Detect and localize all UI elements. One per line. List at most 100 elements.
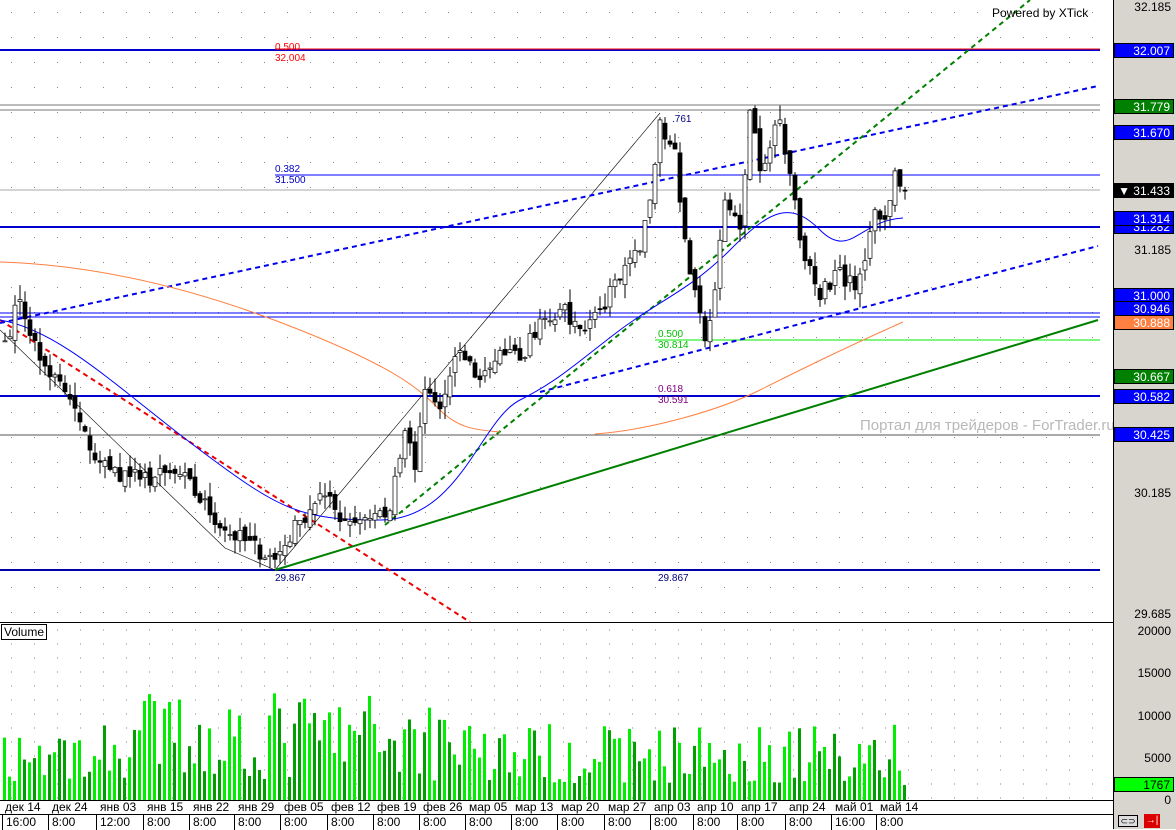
link-icon[interactable]: ⊂⊃ bbox=[1118, 815, 1138, 827]
candle bbox=[747, 108, 753, 181]
volume-bar bbox=[893, 724, 896, 800]
candle bbox=[2, 332, 8, 343]
time-label: 8:00 bbox=[650, 815, 677, 830]
fib-level-label: 29.867 bbox=[275, 573, 306, 584]
volume-bar bbox=[183, 772, 186, 800]
volume-bar bbox=[393, 740, 396, 800]
volume-bar bbox=[323, 720, 326, 800]
volume-bar bbox=[868, 745, 871, 800]
fib-level-label: 0.500 32.004 bbox=[275, 42, 306, 64]
volume-bar bbox=[108, 770, 111, 800]
volume-bar bbox=[378, 752, 381, 800]
price-axis[interactable]: 32.185 31.185 30.185 29.685 32.007 31.779 31.6… bbox=[1113, 0, 1176, 829]
candle bbox=[97, 450, 103, 474]
volume-bar bbox=[808, 762, 811, 800]
candle bbox=[587, 309, 593, 341]
candle bbox=[682, 197, 688, 243]
volume-bar bbox=[63, 740, 66, 800]
date-label: мар 05 bbox=[469, 800, 508, 814]
candle bbox=[672, 133, 678, 150]
watermark: Портал для трейдеров - ForTrader.ru bbox=[860, 417, 1115, 434]
date-label: янв 03 bbox=[100, 800, 137, 814]
candle bbox=[377, 507, 383, 519]
candle bbox=[177, 465, 183, 480]
volume-bar bbox=[898, 770, 901, 800]
volume-bar bbox=[33, 758, 36, 800]
candle bbox=[552, 312, 558, 332]
candle bbox=[342, 506, 348, 522]
candle bbox=[72, 382, 78, 422]
volume-bar bbox=[653, 780, 656, 800]
candle bbox=[157, 454, 163, 487]
candle bbox=[547, 308, 553, 327]
volume-bar bbox=[703, 766, 706, 800]
volume-bar bbox=[53, 752, 56, 800]
candle bbox=[152, 476, 158, 492]
volume-bar bbox=[263, 778, 266, 800]
volume-bar bbox=[358, 734, 361, 800]
volume-bar bbox=[833, 733, 836, 800]
volume-bar bbox=[318, 740, 321, 800]
volume-bar bbox=[373, 724, 376, 800]
volume-bar bbox=[798, 728, 801, 800]
volume-bar bbox=[208, 728, 211, 800]
volume-bar bbox=[178, 699, 181, 800]
price-tick: 29.685 bbox=[1134, 607, 1171, 621]
candle bbox=[662, 117, 668, 150]
candle bbox=[567, 289, 573, 335]
scroll-to-end-icon[interactable]: →| bbox=[1144, 814, 1160, 828]
time-label: 8:00 bbox=[327, 815, 354, 830]
candle bbox=[452, 347, 458, 387]
volume-bar bbox=[403, 729, 406, 800]
candle bbox=[502, 338, 508, 356]
candle bbox=[112, 466, 118, 477]
date-label: мар 13 bbox=[515, 800, 554, 814]
candle bbox=[267, 548, 273, 569]
volume-bar bbox=[623, 782, 626, 800]
candle bbox=[142, 463, 148, 489]
candle bbox=[837, 254, 843, 272]
volume-bar bbox=[508, 772, 511, 800]
candle bbox=[637, 249, 643, 256]
volume-bar bbox=[28, 762, 31, 800]
volume-bar bbox=[293, 723, 296, 800]
date-label: май 01 bbox=[835, 800, 874, 814]
date-label: фев 05 bbox=[284, 800, 324, 814]
volume-bar bbox=[773, 782, 776, 800]
date-label: фев 19 bbox=[377, 800, 417, 814]
candle bbox=[197, 490, 203, 505]
volume-bar bbox=[548, 724, 551, 800]
volume-bar bbox=[383, 750, 386, 800]
candle bbox=[372, 504, 378, 529]
fib-level-label: 29.867 bbox=[658, 573, 689, 584]
volume-bar bbox=[873, 739, 876, 800]
volume-bar bbox=[213, 773, 216, 800]
candle bbox=[187, 468, 193, 481]
volume-bar bbox=[498, 738, 501, 800]
volume-bar bbox=[38, 745, 41, 800]
volume-bar bbox=[848, 776, 851, 800]
candle bbox=[107, 449, 113, 472]
time-label: 16:00 bbox=[2, 815, 36, 830]
candle bbox=[802, 232, 808, 270]
candle bbox=[842, 255, 848, 301]
volume-bar bbox=[553, 782, 556, 800]
candle bbox=[797, 197, 803, 249]
volume-bar bbox=[93, 756, 96, 800]
volume-bar bbox=[583, 768, 586, 800]
powered-by-label: Powered by XTick bbox=[992, 6, 1089, 20]
candle bbox=[607, 278, 613, 317]
candle bbox=[782, 117, 788, 164]
volume-bar bbox=[563, 781, 566, 800]
volume-bar bbox=[748, 781, 751, 800]
volume-bar bbox=[138, 730, 141, 800]
volume-bar bbox=[348, 724, 351, 800]
candle bbox=[322, 483, 328, 509]
time-label: 8:00 bbox=[557, 815, 584, 830]
candle bbox=[537, 308, 543, 346]
volume-bar bbox=[823, 746, 826, 800]
price-marker: 30.946 bbox=[1114, 300, 1174, 316]
candle bbox=[487, 362, 493, 379]
candle bbox=[172, 465, 178, 484]
volume-bar bbox=[788, 731, 791, 800]
